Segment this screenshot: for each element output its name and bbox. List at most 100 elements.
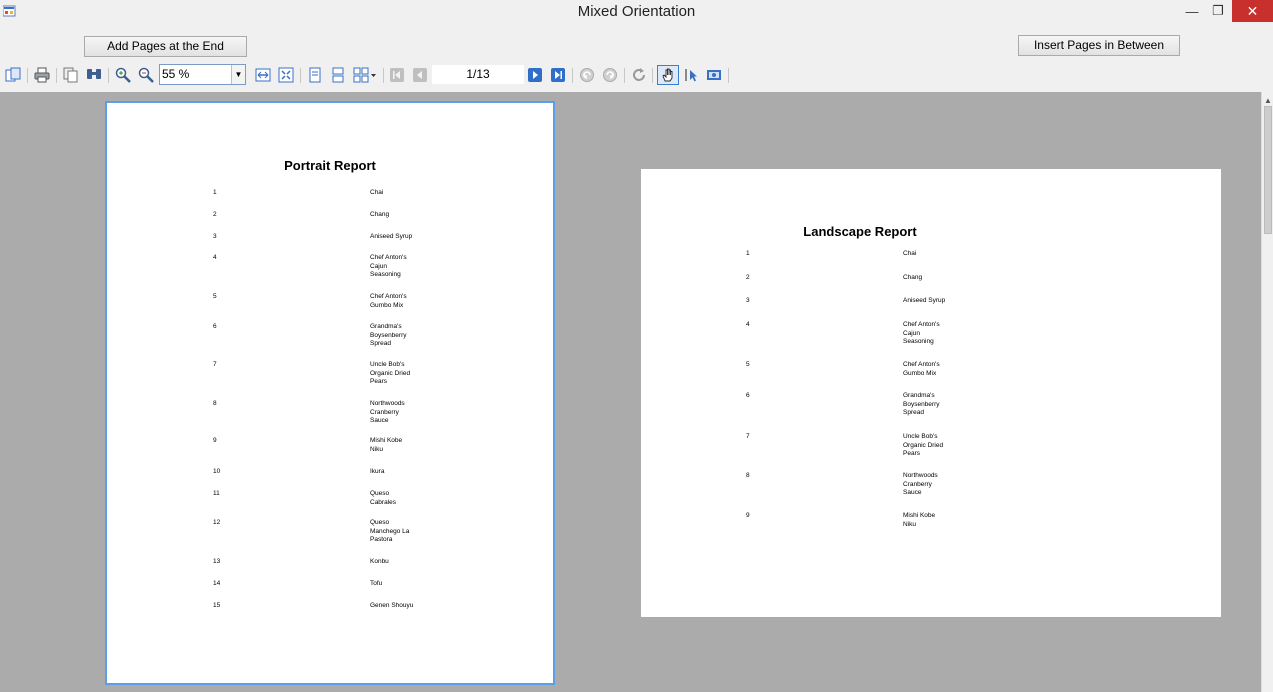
product-name: Mishi Kobe Niku — [370, 437, 430, 454]
product-name: Chai — [903, 250, 963, 259]
forward-icon[interactable] — [601, 66, 619, 84]
window-title: Mixed Orientation — [577, 3, 696, 20]
row-number: 11 — [213, 490, 220, 497]
row-number: 14 — [213, 580, 221, 587]
product-name-line: Gumbo Mix — [903, 369, 937, 377]
product-name-line: Queso — [370, 490, 390, 497]
row-number: 2 — [213, 211, 217, 218]
product-name: Grandma's Boysenberry Spread — [903, 392, 963, 418]
product-name: Northwoods Cranberry Sauce — [370, 400, 430, 426]
product-name-line: Aniseed Syrup — [370, 233, 413, 240]
first-page-icon[interactable] — [388, 66, 406, 84]
product-name: Ikura — [370, 468, 430, 477]
find-icon[interactable] — [85, 66, 103, 84]
chevron-down-icon[interactable]: ▼ — [231, 65, 245, 84]
close-button[interactable]: ✕ — [1232, 0, 1273, 22]
continuous-icon[interactable] — [329, 66, 347, 84]
row-number: 7 — [746, 433, 750, 440]
product-name-line: Organic Dried — [370, 369, 411, 377]
title-bar: Mixed Orientation — ❐ ✕ — [0, 0, 1273, 23]
landscape-page: Landscape Report 1 Chai 2 Chang 3 Aniseed Syr… — [641, 169, 1221, 617]
product-name-line: Chai — [903, 250, 917, 257]
vertical-scrollbar[interactable]: ▲ — [1261, 92, 1273, 692]
row-number: 7 — [213, 361, 217, 368]
product-name: Uncle Bob's Organic Dried Pears — [903, 433, 963, 459]
scrollbar-thumb[interactable] — [1264, 106, 1272, 234]
product-name-line: Niku — [370, 445, 384, 453]
product-name-line: Uncle Bob's — [370, 361, 405, 368]
refresh-icon[interactable] — [630, 66, 648, 84]
product-name: Konbu — [370, 558, 430, 567]
product-name-line: Queso — [370, 519, 390, 526]
product-name-line: Chef Anton's — [370, 254, 407, 261]
fit-page-icon[interactable] — [277, 66, 295, 84]
row-number: 3 — [746, 297, 750, 304]
product-name-line: Boysenberry — [370, 331, 407, 339]
product-name: Chef Anton's Gumbo Mix — [903, 361, 963, 378]
product-name: Queso Cabrales — [370, 490, 430, 507]
product-name-line: Grandma's — [903, 392, 935, 399]
product-name: Chef Anton's Cajun Seasoning — [370, 254, 430, 280]
product-name-line: Cajun — [903, 329, 920, 337]
portrait-page: Portrait Report 1 Chai 2 Chang 3 Aniseed Syru… — [105, 101, 555, 685]
row-number: 3 — [213, 233, 217, 240]
restore-button[interactable]: ❐ — [1204, 0, 1232, 22]
product-name-line: Ikura — [370, 468, 385, 475]
row-number: 6 — [213, 323, 217, 330]
scroll-up-icon[interactable]: ▲ — [1264, 96, 1272, 105]
product-name-line: Chef Anton's — [370, 293, 407, 300]
row-number: 8 — [213, 400, 217, 407]
zoom-level-combo[interactable]: 55 % ▼ — [159, 64, 246, 85]
row-number: 4 — [213, 254, 217, 261]
product-name: Uncle Bob's Organic Dried Pears — [370, 361, 430, 387]
toolbar-separator — [108, 68, 109, 83]
fit-width-icon[interactable] — [254, 66, 272, 84]
next-page-icon[interactable] — [526, 66, 544, 84]
toolbar-separator — [300, 68, 301, 83]
product-name-line: Genen Shouyu — [370, 602, 414, 609]
product-name-line: Pastora — [370, 536, 393, 543]
back-icon[interactable] — [578, 66, 596, 84]
product-name-line: Northwoods — [370, 400, 405, 407]
product-name-line: Mishi Kobe — [370, 437, 403, 444]
landscape-report-title: Landscape Report — [803, 224, 917, 239]
row-number: 5 — [746, 361, 750, 368]
previous-page-icon[interactable] — [411, 66, 429, 84]
product-name-line: Seasoning — [903, 338, 934, 345]
zoom-in-icon[interactable] — [114, 66, 132, 84]
single-page-icon[interactable] — [306, 66, 324, 84]
open-icon[interactable] — [4, 66, 22, 84]
product-name-line: Chang — [903, 274, 923, 281]
product-name-line: Seasoning — [370, 271, 401, 278]
minimize-button[interactable]: — — [1178, 0, 1206, 22]
snapshot-icon[interactable] — [705, 66, 723, 84]
product-name-line: Chef Anton's — [903, 361, 940, 368]
product-name: Chef Anton's Gumbo Mix — [370, 293, 430, 310]
product-name-line: Northwoods — [903, 472, 938, 479]
product-name-line: Tofu — [370, 580, 383, 587]
copy-icon[interactable] — [62, 66, 80, 84]
product-name-line: Cranberry — [370, 408, 399, 416]
product-name-line: Mishi Kobe — [903, 512, 936, 519]
hand-tool-icon[interactable] — [657, 65, 679, 85]
product-name: Mishi Kobe Niku — [903, 512, 963, 529]
product-name: Chai — [370, 189, 430, 198]
product-name-line: Organic Dried — [903, 441, 944, 449]
row-number: 12 — [213, 519, 221, 526]
product-name-line: Chef Anton's — [903, 321, 940, 328]
print-icon[interactable] — [33, 66, 51, 84]
zoom-out-icon[interactable] — [137, 66, 155, 84]
product-name: Northwoods Cranberry Sauce — [903, 472, 963, 498]
product-name-line: Cranberry — [903, 480, 932, 488]
product-name-line: Spread — [370, 340, 391, 347]
page-number-field[interactable]: 1/13 — [432, 65, 524, 84]
product-name: Chang — [370, 211, 430, 220]
add-pages-at-end-button[interactable]: Add Pages at the End — [84, 36, 247, 57]
select-tool-icon[interactable] — [682, 66, 700, 84]
multipage-icon[interactable] — [352, 66, 378, 84]
product-name-line: Manchego La — [370, 527, 410, 535]
last-page-icon[interactable] — [549, 66, 567, 84]
insert-pages-in-between-button[interactable]: Insert Pages in Between — [1018, 35, 1180, 56]
zoom-level-value[interactable]: 55 % — [162, 67, 189, 81]
toolbar-separator — [27, 68, 28, 83]
